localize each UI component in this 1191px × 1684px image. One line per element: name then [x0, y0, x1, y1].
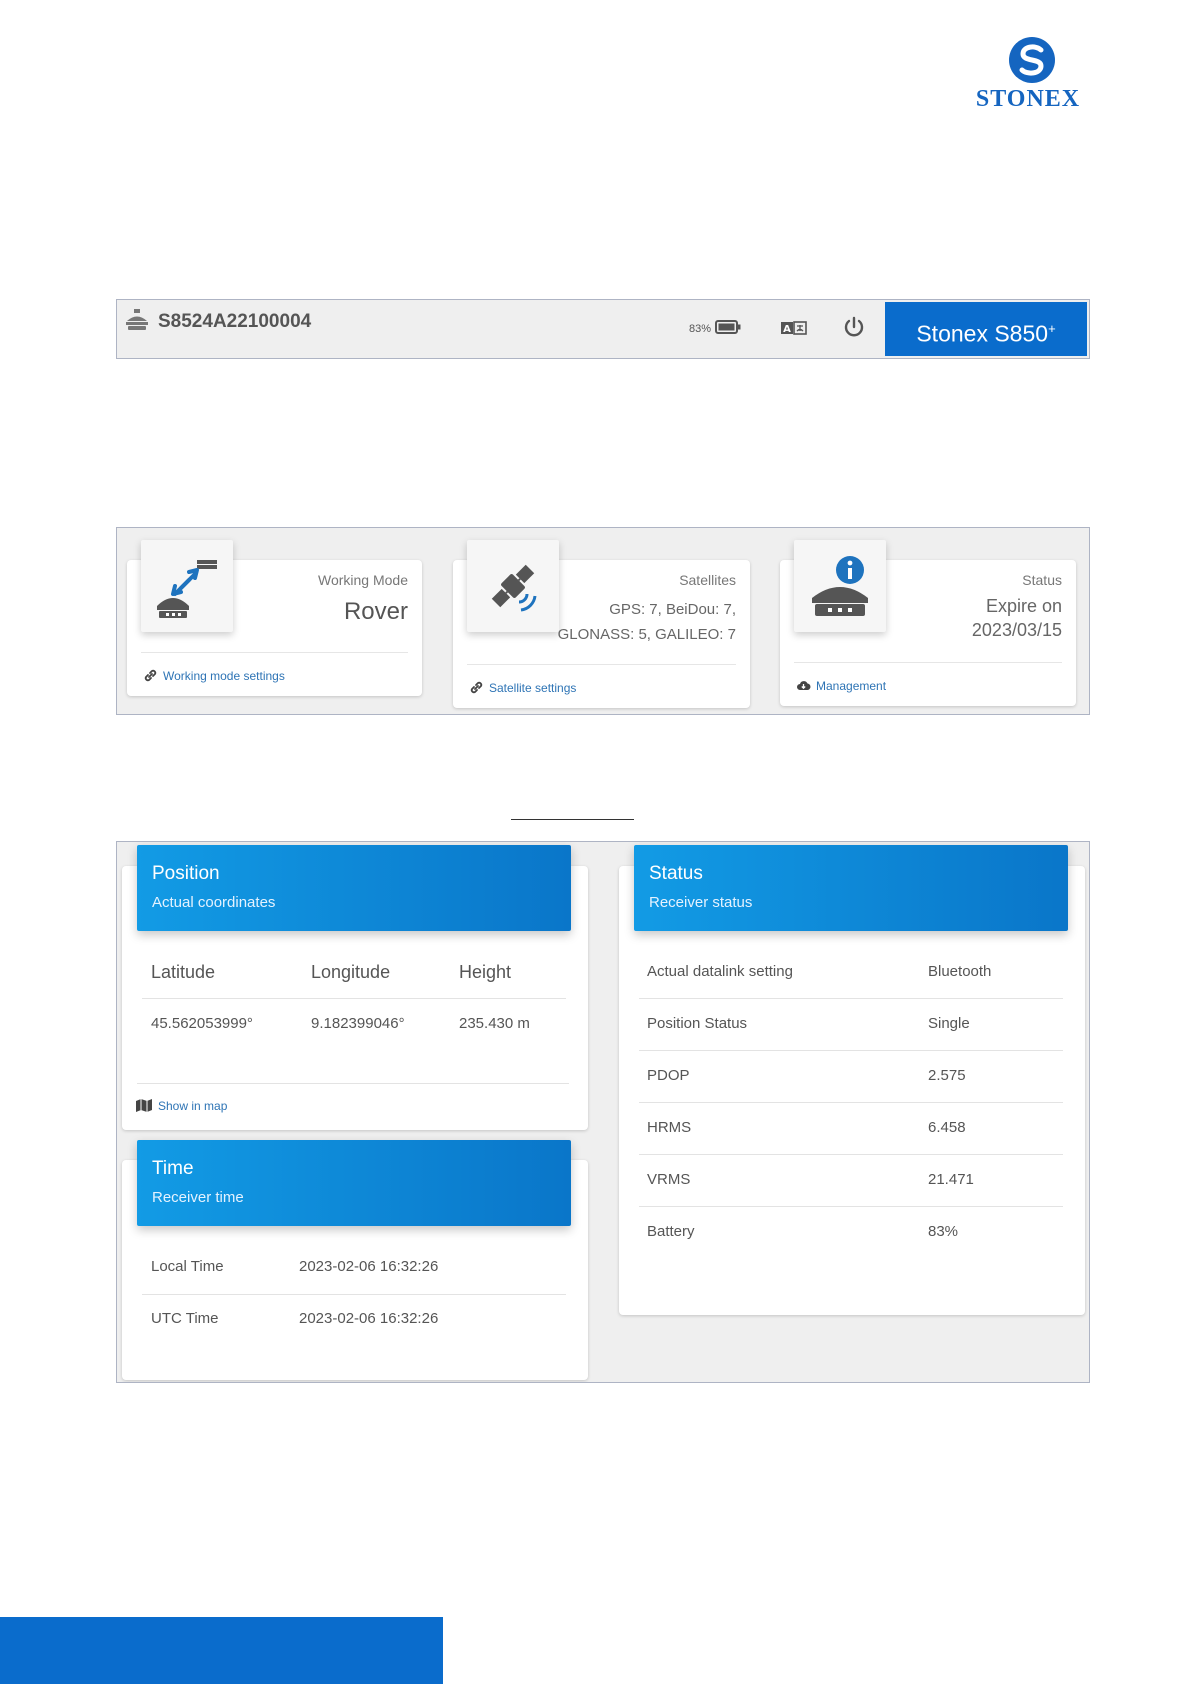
link-icon [144, 669, 157, 682]
satellites-line-1: GPS: 7, BeiDou: 7, [609, 601, 736, 618]
status-row-value: 83% [928, 1223, 959, 1240]
model-button[interactable]: Stonex S850+ [885, 302, 1087, 356]
footer-bar [0, 1617, 443, 1684]
receiver-status-box [619, 866, 1085, 1315]
logo-wordmark: STONEX [975, 86, 1081, 112]
stonex-s-logo-icon [1009, 37, 1055, 83]
table-divider [142, 998, 566, 999]
table-divider [137, 1083, 569, 1084]
table-divider [639, 998, 1063, 999]
top-bar: S8524A22100004 83% A Stonex S850+ [116, 299, 1090, 359]
status-line-2: 2023/03/15 [971, 620, 1062, 640]
device-serial: S8524A22100004 [158, 311, 312, 332]
satellite-settings-link[interactable]: Satellite settings [469, 680, 576, 695]
summary-cards: Working Mode Rover Working mode settings… [116, 527, 1090, 715]
status-row-value: 6.458 [928, 1119, 966, 1136]
longitude-value: 9.182399046° [311, 1015, 405, 1032]
stonex-logo: STONEX [968, 36, 1088, 116]
status-subtitle: Receiver status [649, 894, 753, 911]
model-suffix: + [1048, 321, 1056, 336]
svg-text:A: A [783, 324, 791, 335]
utc-time-label: UTC Time [151, 1310, 219, 1327]
table-divider [639, 1050, 1063, 1051]
status-banner: Status Receiver status [634, 845, 1068, 931]
time-title: Time [152, 1158, 194, 1179]
latitude-value: 45.562053999° [151, 1015, 253, 1032]
height-header: Height [459, 962, 512, 982]
status-caption: Status [1022, 572, 1062, 588]
status-row-value: 21.471 [928, 1171, 974, 1188]
satellites-line-2: GLONASS: 5, GALILEO: 7 [557, 626, 736, 643]
position-title: Position [152, 863, 220, 884]
table-divider [639, 1206, 1063, 1207]
local-time-label: Local Time [151, 1258, 224, 1275]
working-mode-settings-link[interactable]: Working mode settings [143, 668, 285, 683]
status-row-label: Actual datalink setting [647, 963, 793, 980]
position-banner: Position Actual coordinates [137, 845, 571, 931]
card-divider [467, 664, 736, 665]
height-value: 235.430 m [459, 1015, 530, 1032]
status-row-value: Single [928, 1015, 970, 1032]
rover-receiver-icon [157, 560, 217, 618]
satellite-icon [491, 564, 537, 612]
working-mode-thumb [141, 540, 233, 632]
details-panel: Position Actual coordinates Latitude Lon… [116, 841, 1090, 1383]
power-icon[interactable] [843, 316, 865, 338]
satellites-thumb [467, 540, 559, 632]
working-mode-caption: Working Mode [317, 572, 408, 588]
card-divider [141, 652, 408, 653]
status-row-value: Bluetooth [928, 963, 992, 980]
status-line-1: Expire on [985, 596, 1062, 616]
status-row-label: Position Status [647, 1015, 748, 1032]
underline-divider [511, 819, 634, 820]
status-row-label: Battery [647, 1223, 695, 1240]
management-link[interactable]: Management [796, 678, 886, 693]
model-name: Stonex S850 [916, 320, 1049, 347]
table-divider [142, 1294, 566, 1295]
show-in-map-link[interactable]: Show in map [135, 1098, 227, 1113]
status-row-label: VRMS [647, 1171, 691, 1188]
show-in-map-label: Show in map [158, 1098, 228, 1113]
working-mode-settings-label: Working mode settings [163, 668, 285, 683]
link-icon [470, 681, 483, 694]
status-values: Expire on 2023/03/15 [972, 594, 1062, 642]
satellite-settings-label: Satellite settings [489, 680, 577, 695]
status-row-value: 2.575 [928, 1067, 966, 1084]
satellites-values: GPS: 7, BeiDou: 7, GLONASS: 5, GALILEO: … [558, 597, 736, 647]
map-icon [136, 1099, 152, 1112]
language-icon[interactable]: A [781, 320, 807, 336]
status-row-label: PDOP [647, 1067, 690, 1084]
satellites-caption: Satellites [679, 572, 736, 588]
receiver-info-icon [812, 556, 868, 616]
management-label: Management [816, 678, 887, 693]
time-subtitle: Receiver time [152, 1189, 244, 1206]
working-mode-card: Working Mode Rover Working mode settings [127, 540, 422, 696]
battery-percent: 83% [689, 323, 712, 335]
card-divider [794, 662, 1062, 663]
local-time-value: 2023-02-06 16:32:26 [299, 1258, 439, 1275]
status-card: Status Expire on 2023/03/15 Management [780, 540, 1076, 706]
longitude-header: Longitude [311, 962, 391, 982]
status-row-label: HRMS [647, 1119, 692, 1136]
time-banner: Time Receiver time [137, 1140, 571, 1226]
status-thumb [794, 540, 886, 632]
latitude-header: Latitude [151, 962, 216, 982]
battery-icon [715, 320, 741, 334]
working-mode-value: Rover [343, 598, 408, 625]
status-title: Status [649, 863, 703, 884]
satellites-card: Satellites GPS: 7, BeiDou: 7, GLONASS: 5… [453, 540, 750, 708]
receiver-icon [126, 309, 148, 330]
position-subtitle: Actual coordinates [152, 894, 276, 911]
table-divider [639, 1102, 1063, 1103]
utc-time-value: 2023-02-06 16:32:26 [299, 1310, 439, 1327]
table-divider [639, 1154, 1063, 1155]
cloud-download-icon [797, 681, 811, 691]
